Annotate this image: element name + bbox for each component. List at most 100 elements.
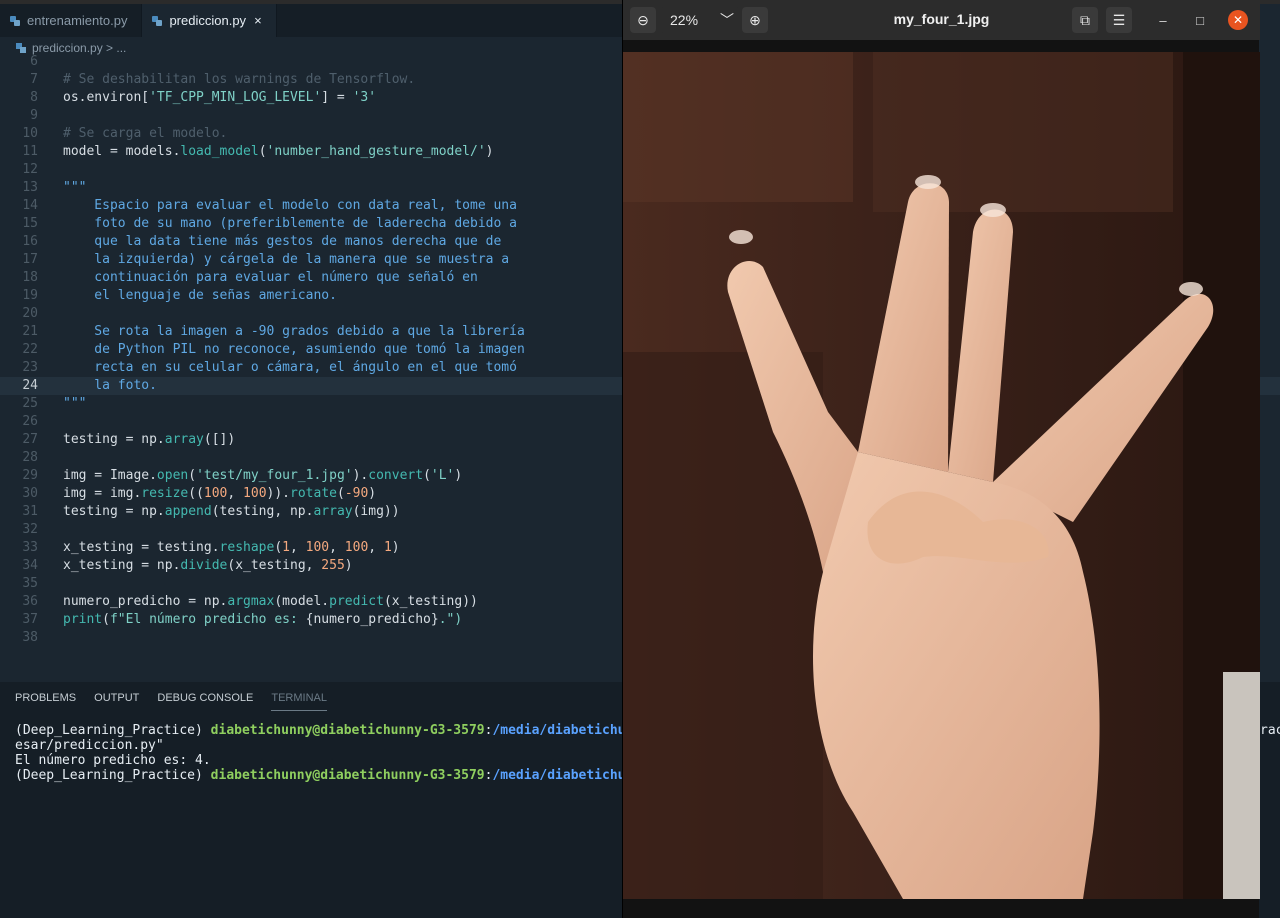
maximize-icon: □ (1196, 12, 1204, 28)
code-token: numero_predicho = np. (63, 594, 228, 609)
code-token: """ (63, 396, 87, 411)
gallery-button[interactable]: ⧉ (1072, 7, 1098, 33)
panel-tab[interactable]: OUTPUT (94, 692, 139, 711)
code-token: append (164, 504, 212, 519)
code-line: 36 numero_predicho = np.argmax(model.pred… (0, 593, 622, 611)
terminal-path: /media/diabetichunn (492, 723, 642, 738)
panel-tab[interactable]: TERMINAL (271, 692, 327, 711)
terminal-line: esar/prediccion.py" (15, 738, 164, 753)
code-token: reshape (219, 540, 275, 555)
hamburger-menu-icon: ☰ (1112, 11, 1126, 28)
terminal-output[interactable]: (Deep_Learning_Practice) diabetichunny@d… (15, 723, 641, 783)
code-line: 13 """ (0, 179, 622, 197)
line-content: print(f"El número predicho es: {numero_p… (63, 611, 462, 629)
code-line: 29 img = Image.open('test/my_four_1.jpg')… (0, 467, 622, 485)
gallery-icon: ⧉ (1080, 11, 1090, 28)
code-token: convert (368, 468, 424, 483)
line-number: 15 (22, 216, 38, 231)
code-line: 11 model = models.load_model('number_hand… (0, 143, 622, 161)
code-token: x_testing = np. (63, 558, 181, 573)
code-line: 32 (0, 521, 622, 539)
line-number: 30 (22, 486, 38, 501)
panel-tab[interactable]: DEBUG CONSOLE (157, 692, 253, 711)
code-token: '3' (352, 90, 377, 105)
terminal-line: El número predicho es: 4. (15, 753, 211, 768)
code-token: argmax (227, 594, 275, 609)
editor-tab[interactable]: prediccion.py × (142, 4, 277, 37)
code-token: 'test/my_four_1.jpg' (196, 468, 353, 483)
line-number: 16 (22, 234, 38, 249)
line-number: 32 (22, 522, 38, 537)
code-line: 22 de Python PIL no reconoce, asumiendo … (0, 341, 622, 359)
menu-button[interactable]: ☰ (1106, 7, 1132, 33)
close-tab-icon[interactable]: × (254, 13, 262, 28)
terminal-user: diabetichunny@diabetichunny-G3-3579 (210, 723, 485, 738)
line-number: 7 (30, 72, 38, 87)
code-line: 20 (0, 305, 622, 323)
code-area[interactable]: 6 7 # Se deshabilitan los warnings de Tens… (0, 53, 1280, 647)
code-token: resize (141, 486, 189, 501)
line-number: 13 (22, 180, 38, 195)
line-number: 10 (22, 126, 38, 141)
python-file-icon (152, 15, 163, 26)
code-token: print (63, 612, 103, 627)
code-token: 100 (203, 486, 228, 501)
image-viewer-window: ⊖ 22% ﹀ ⊕ my_four_1.jpg ⧉ ☰ – □ ✕ (622, 0, 1260, 918)
code-token: f"El número predicho es: (109, 612, 306, 627)
code-token: rotate (290, 486, 337, 501)
editor-tab[interactable]: entrenamiento.py (0, 4, 143, 37)
code-token: 'L' (430, 468, 455, 483)
code-token: array (164, 432, 204, 447)
terminal-user: diabetichunny@diabetichunny-G3-3579 (210, 768, 485, 783)
image-canvas[interactable] (623, 52, 1260, 899)
code-line: 8 os.environ['TF_CPP_MIN_LOG_LEVEL'] = '3… (0, 89, 622, 107)
code-token: (testing, np. (211, 504, 314, 519)
code-token: foto de su mano (preferiblemente de lade… (63, 216, 517, 231)
terminal-env: (Deep_Learning_Practice) (15, 723, 211, 738)
code-line: 16 que la data tiene más gestos de manos… (0, 233, 622, 251)
line-number: 36 (22, 594, 38, 609)
code-token: , (329, 540, 345, 555)
maximize-button[interactable]: □ (1190, 10, 1210, 30)
line-content: de Python PIL no reconoce, asumiendo que… (63, 341, 524, 359)
close-window-button[interactable]: ✕ (1228, 10, 1248, 30)
line-content: recta en su celular o cámara, el ángulo … (63, 359, 517, 377)
line-content: img = img.resize((100, 100)).rotate(-90) (63, 485, 376, 503)
line-content: """ (63, 395, 86, 413)
code-token: 'number_hand_gesture_model/' (266, 144, 486, 159)
line-number: 34 (22, 558, 38, 573)
code-line: 9 (0, 107, 622, 125)
code-token: , (227, 486, 244, 501)
line-content: """ (63, 179, 86, 197)
code-token: x_testing = testing. (63, 540, 220, 555)
code-line: 23 recta en su celular o cámara, el ángu… (0, 359, 622, 377)
minimize-button[interactable]: – (1153, 10, 1173, 30)
code-token: ( (423, 468, 431, 483)
line-number: 25 (22, 396, 38, 411)
code-token: ) (368, 486, 377, 501)
code-line: 38 (0, 629, 622, 647)
code-token: ( (258, 144, 267, 159)
code-token: (model. (274, 594, 330, 609)
line-number: 6 (30, 54, 38, 69)
line-content: que la data tiene más gestos de manos de… (63, 233, 501, 251)
panel-tab[interactable]: PROBLEMS (15, 692, 76, 711)
code-line: 37 print(f"El número predicho es: {numero… (0, 611, 622, 629)
code-line: 6 (0, 53, 622, 71)
code-line: 31 testing = np.append(testing, np.array(… (0, 503, 622, 521)
code-token: # Se deshabilitan los warnings de Tensor… (63, 72, 416, 87)
code-token: ([]) (203, 432, 236, 447)
code-token: 100 (243, 486, 267, 501)
code-token: open (156, 468, 189, 483)
code-token: ) (344, 558, 353, 573)
python-file-icon (16, 43, 26, 53)
code-line: 27 testing = np.array([]) (0, 431, 622, 449)
code-line: 30 img = img.resize((100, 100)).rotate(-9… (0, 485, 622, 503)
code-token: testing = np. (63, 432, 165, 447)
terminal-line: (Deep_Learning_Practice) diabetichunny@d… (15, 768, 641, 783)
code-token: la izquierda) y cárgela de la manera que… (63, 252, 510, 267)
code-line: 25 """ (0, 395, 622, 413)
code-token: 'TF_CPP_MIN_LOG_LEVEL' (149, 90, 322, 105)
line-content: Se rota la imagen a -90 grados debido a … (63, 323, 524, 341)
code-token: ) (391, 540, 400, 555)
